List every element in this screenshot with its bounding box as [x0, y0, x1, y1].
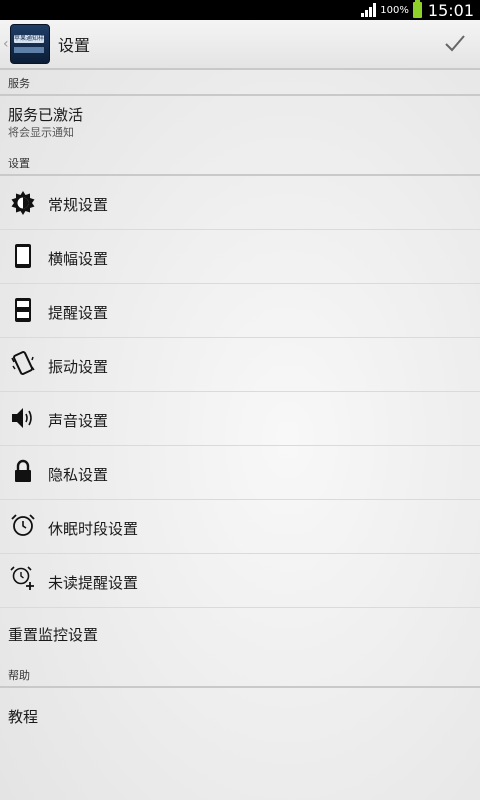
battery-percent: 100% — [380, 4, 409, 16]
lock-icon — [15, 459, 31, 482]
settings-item-reset[interactable]: 重置监控设置 — [0, 608, 480, 661]
settings-item-vibrate[interactable]: 振动设置 — [0, 338, 480, 392]
settings-item-alert[interactable]: 提醒设置 — [0, 284, 480, 338]
settings-item-privacy[interactable]: 隐私设置 — [0, 446, 480, 500]
phone-icon — [15, 244, 31, 268]
service-status-subtitle: 将会显示通知 — [8, 126, 74, 139]
back-caret-icon[interactable]: ‹ — [3, 36, 9, 52]
section-header-help: 帮助 — [0, 662, 480, 688]
service-status-title: 服务已激活 — [8, 106, 84, 124]
signal-icon — [361, 3, 377, 17]
speaker-icon — [12, 408, 32, 428]
settings-item-unread-reminder[interactable]: 未读提醒设置 — [0, 554, 480, 608]
service-status-item[interactable]: 服务已激活 将会显示通知 — [0, 96, 480, 150]
app-icon-text: 苹果通知样式 — [14, 35, 44, 42]
status-bar: 100% 15:01 — [0, 0, 480, 20]
alarm-add-icon — [10, 566, 34, 590]
app-icon[interactable]: 苹果通知样式 — [10, 24, 50, 64]
brightness-gear-icon — [11, 191, 35, 215]
settings-item-general[interactable]: 常规设置 — [0, 176, 480, 230]
page-title: 设置 — [58, 36, 91, 55]
clock: 15:01 — [427, 0, 474, 20]
phone-alert-icon — [15, 298, 31, 322]
settings-item-quiet-hours[interactable]: 休眠时段设置 — [0, 500, 480, 554]
settings-item-sound[interactable]: 声音设置 — [0, 392, 480, 446]
alarm-clock-icon — [11, 514, 35, 536]
action-bar: ‹ 苹果通知样式 设置 — [0, 20, 480, 70]
section-header-settings: 设置 — [0, 150, 480, 176]
battery-icon — [412, 0, 422, 18]
vibrate-icon — [11, 351, 35, 375]
help-item-tutorial[interactable]: 教程 — [0, 688, 480, 742]
check-icon[interactable] — [444, 32, 466, 54]
section-header-service: 服务 — [0, 70, 480, 96]
settings-item-banner[interactable]: 横幅设置 — [0, 230, 480, 284]
